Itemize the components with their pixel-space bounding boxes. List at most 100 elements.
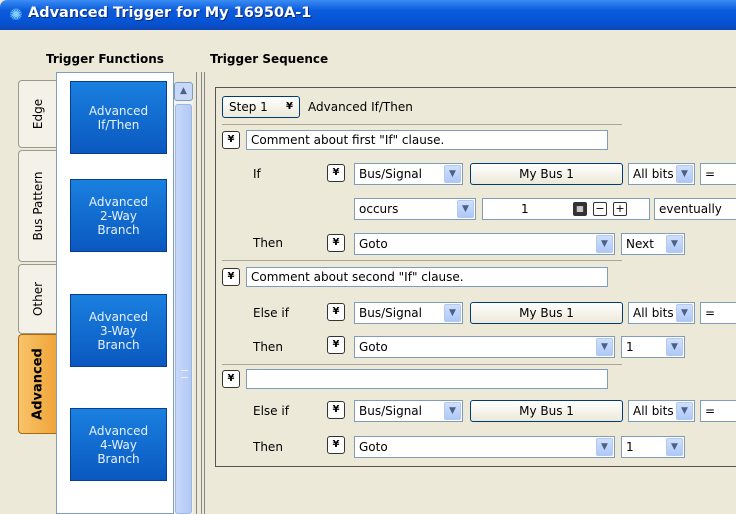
clause3-action-select[interactable]: Goto ▼ <box>354 436 615 458</box>
scroll-up-icon[interactable]: ▲ <box>174 82 193 101</box>
separator <box>222 364 622 365</box>
step-selector-label: Step 1 <box>229 100 268 114</box>
select-value: Goto <box>359 440 388 454</box>
clause2-then-chevron-icon[interactable]: ¥ <box>327 336 345 354</box>
select-value: Bus/Signal <box>359 167 422 181</box>
clause1-comment-field[interactable]: Comment about first "If" clause. <box>246 130 608 150</box>
select-value: 1 <box>626 440 634 454</box>
window-title: Advanced Trigger for My 16950A-1 <box>28 5 312 21</box>
select-value: 1 <box>626 340 634 354</box>
clause1-then-chevron-icon[interactable]: ¥ <box>327 234 345 252</box>
dropdown-arrow-icon[interactable]: ▼ <box>666 438 683 456</box>
function-tabs: Edge Bus Pattern Other Advanced <box>18 72 56 514</box>
clause2-then-label: Then <box>253 340 283 354</box>
clause2-target-select[interactable]: 1 ▼ <box>621 336 685 358</box>
tab-advanced[interactable]: Advanced <box>18 334 56 434</box>
dropdown-arrow-icon[interactable]: ▼ <box>596 235 613 253</box>
clause1-bits-select[interactable]: All bits ▼ <box>628 163 695 185</box>
dropdown-arrow-icon[interactable]: ▼ <box>676 402 693 420</box>
dropdown-arrow-icon[interactable]: ▼ <box>666 235 683 253</box>
function-list-scrollbar[interactable]: ▲ <box>174 82 193 514</box>
app-icon: ✺ <box>9 5 23 24</box>
clause1-bus-button[interactable]: My Bus 1 <box>470 163 623 185</box>
function-advanced-3-way-branch[interactable]: Advanced 3-Way Branch <box>70 294 167 367</box>
clause3-if-label: Else if <box>253 404 289 418</box>
clause1-collapse-chevron-icon[interactable]: ¥ <box>222 131 240 149</box>
tab-label: Bus Pattern <box>30 171 45 241</box>
tab-edge[interactable]: Edge <box>18 80 56 148</box>
grip-icon <box>181 370 188 378</box>
clause1-if-label: If <box>253 167 261 181</box>
step-box: Step 1 ¥ Advanced If/Then ¥ Comment abou… <box>215 87 736 467</box>
select-value: Next <box>626 237 654 251</box>
scroll-thumb[interactable] <box>175 104 192 514</box>
dropdown-arrow-icon[interactable]: ▼ <box>444 165 461 183</box>
clause1-count-field[interactable]: 1 ▦ − + <box>482 198 650 220</box>
separator <box>222 260 622 261</box>
clause2-if-chevron-icon[interactable]: ¥ <box>327 303 345 321</box>
clause3-type-select[interactable]: Bus/Signal ▼ <box>354 400 463 422</box>
clause3-operator-select[interactable]: = <box>700 400 736 422</box>
clause2-bits-select[interactable]: All bits ▼ <box>628 302 695 324</box>
separator <box>222 124 622 125</box>
dropdown-arrow-icon[interactable]: ▼ <box>676 165 693 183</box>
clause2-action-select[interactable]: Goto ▼ <box>354 336 615 358</box>
clause3-comment-field[interactable] <box>246 369 608 389</box>
clause2-operator-select[interactable]: = <box>700 302 736 324</box>
select-value: Goto <box>359 340 388 354</box>
clause3-target-select[interactable]: 1 ▼ <box>621 436 685 458</box>
clause2-bus-button[interactable]: My Bus 1 <box>470 302 623 324</box>
clause3-bus-button[interactable]: My Bus 1 <box>470 400 623 422</box>
clause2-if-label: Else if <box>253 306 289 320</box>
tab-label: Advanced <box>30 348 45 420</box>
function-advanced-2-way-branch[interactable]: Advanced 2-Way Branch <box>70 179 167 252</box>
clause2-comment-field[interactable]: Comment about second "If" clause. <box>246 267 608 287</box>
sequence-header: Trigger Sequence <box>210 52 329 66</box>
clause3-bits-select[interactable]: All bits ▼ <box>628 400 695 422</box>
functions-header: Trigger Functions <box>46 52 164 66</box>
dropdown-arrow-icon[interactable]: ▼ <box>596 338 613 356</box>
dropdown-arrow-icon[interactable]: ▼ <box>444 402 461 420</box>
function-advanced-if-then[interactable]: Advanced If/Then <box>70 81 167 154</box>
trigger-window: ✺ Advanced Trigger for My 16950A-1 Trigg… <box>0 0 736 514</box>
clause1-operator-select[interactable]: = <box>700 163 736 185</box>
panel-splitter[interactable] <box>196 72 202 514</box>
step-title: Advanced If/Then <box>308 100 413 114</box>
select-value: Bus/Signal <box>359 306 422 320</box>
clause1-when-select[interactable]: eventually <box>654 198 736 220</box>
title-bar[interactable]: ✺ Advanced Trigger for My 16950A-1 <box>0 0 736 30</box>
clause1-occurs-select[interactable]: occurs ▼ <box>354 198 476 220</box>
select-value: Bus/Signal <box>359 404 422 418</box>
clause1-then-label: Then <box>253 236 283 250</box>
function-advanced-4-way-branch[interactable]: Advanced 4-Way Branch <box>70 408 167 481</box>
dropdown-arrow-icon[interactable]: ▼ <box>457 200 474 218</box>
clause2-collapse-chevron-icon[interactable]: ¥ <box>222 268 240 286</box>
increment-icon[interactable]: + <box>613 202 627 216</box>
clause1-if-chevron-icon[interactable]: ¥ <box>327 164 345 182</box>
clause1-target-select[interactable]: Next ▼ <box>621 233 685 255</box>
tab-bus-pattern[interactable]: Bus Pattern <box>18 150 56 262</box>
dropdown-arrow-icon[interactable]: ▼ <box>666 338 683 356</box>
select-value: occurs <box>359 202 399 216</box>
dropdown-arrow-icon[interactable]: ▼ <box>444 304 461 322</box>
select-value: All bits <box>633 167 674 181</box>
decrement-icon[interactable]: − <box>593 202 607 216</box>
clause1-type-select[interactable]: Bus/Signal ▼ <box>354 163 463 185</box>
chevron-double-down-icon: ¥ <box>286 101 293 112</box>
clause3-then-chevron-icon[interactable]: ¥ <box>327 436 345 454</box>
dropdown-arrow-icon[interactable]: ▼ <box>596 438 613 456</box>
dropdown-arrow-icon[interactable]: ▼ <box>676 304 693 322</box>
calculator-icon[interactable]: ▦ <box>573 202 587 216</box>
clause1-action-select[interactable]: Goto ▼ <box>354 233 615 255</box>
tab-label: Edge <box>30 98 45 130</box>
step-selector[interactable]: Step 1 ¥ <box>222 96 300 118</box>
function-list: Advanced If/Then Advanced 2-Way Branch A… <box>56 72 174 514</box>
clause2-type-select[interactable]: Bus/Signal ▼ <box>354 302 463 324</box>
clause3-then-label: Then <box>253 440 283 454</box>
clause3-collapse-chevron-icon[interactable]: ¥ <box>222 370 240 388</box>
count-value: 1 <box>521 202 529 216</box>
tab-other[interactable]: Other <box>18 264 56 334</box>
clause3-if-chevron-icon[interactable]: ¥ <box>327 401 345 419</box>
sequence-pane: Step 1 ¥ Advanced If/Then ¥ Comment abou… <box>204 72 736 514</box>
select-value: Goto <box>359 237 388 251</box>
